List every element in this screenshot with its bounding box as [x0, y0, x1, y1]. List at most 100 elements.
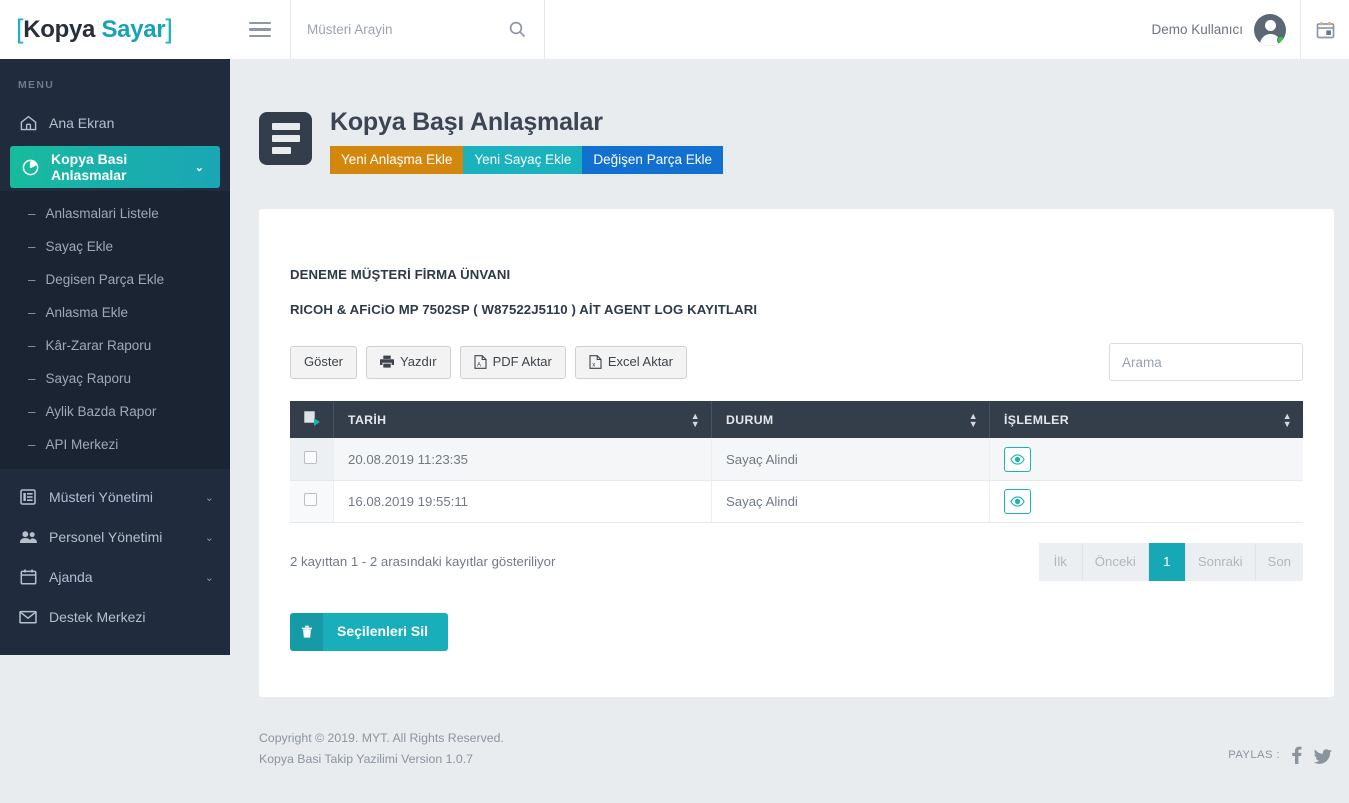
sidebar-item-label: Personel Yönetimi	[49, 529, 194, 545]
goster-button[interactable]: Göster	[290, 346, 357, 379]
sidebar-subitem-sayac-ekle[interactable]: – Sayaç Ekle	[0, 230, 230, 263]
column-header-durum[interactable]: DURUM ▲▼	[712, 401, 990, 438]
sidebar-subitem-label: Aylik Bazda Rapor	[46, 404, 157, 419]
search-submit-button[interactable]	[507, 21, 528, 38]
twitter-link[interactable]	[1313, 747, 1332, 764]
dash-icon: –	[28, 338, 36, 353]
yeni-anlasma-ekle-button[interactable]: Yeni Anlaşma Ekle	[330, 146, 463, 175]
search-input[interactable]	[307, 22, 507, 37]
sidebar-item-kopya-basi-anlasmalar[interactable]: Kopya Basi Anlasmalar ⌄	[10, 146, 220, 188]
chevron-down-icon: ⌄	[205, 491, 214, 504]
row-checkbox[interactable]	[304, 451, 317, 464]
sidebar-subitem-degisen-parca-ekle[interactable]: – Degisen Parça Ekle	[0, 263, 230, 296]
cell-islemler	[990, 480, 1304, 522]
goster-label: Göster	[304, 354, 343, 370]
brand-name-second: Sayar	[101, 16, 165, 44]
document-lines-icon	[259, 112, 312, 165]
cell-islemler	[990, 438, 1304, 480]
svg-text:A: A	[477, 362, 481, 368]
column-header-islemler[interactable]: İŞLEMLER ▲▼	[990, 401, 1304, 438]
dash-icon: –	[28, 371, 36, 386]
sidebar-item-personel-yonetimi[interactable]: Personel Yönetimi ⌄	[0, 517, 230, 557]
sidebar-subitem-api-merkezi[interactable]: – API Merkezi	[0, 428, 230, 461]
chevron-down-icon: ⌄	[205, 531, 214, 544]
calendar-icon	[1316, 21, 1335, 39]
row-checkbox[interactable]	[304, 493, 317, 506]
delete-selected-button[interactable]: Seçilenleri Sil	[290, 613, 448, 651]
yazdir-label: Yazdır	[400, 354, 437, 370]
page-action-pills: Yeni Anlaşma Ekle Yeni Sayaç Ekle Değişe…	[330, 146, 723, 175]
hamburger-icon	[249, 18, 271, 42]
pdf-aktar-button[interactable]: A PDF Aktar	[460, 346, 566, 379]
sidebar-subitem-aylik-bazda-rapor[interactable]: – Aylik Bazda Rapor	[0, 395, 230, 428]
eye-icon	[1010, 496, 1025, 507]
excel-file-icon: x	[589, 355, 602, 369]
online-status-dot	[1277, 36, 1285, 44]
yazdir-button[interactable]: Yazdır	[366, 346, 451, 379]
sidebar-item-destek-merkezi[interactable]: Destek Merkezi	[0, 597, 230, 637]
content-card: DENEME MÜŞTERİ FİRMA ÜNVANI RICOH & AFiC…	[259, 209, 1334, 697]
table-body: 20.08.2019 11:23:35 Sayaç Alindi	[290, 438, 1303, 522]
excel-aktar-label: Excel Aktar	[608, 354, 673, 370]
sidebar-toggle-button[interactable]	[230, 0, 290, 59]
envelope-icon	[18, 610, 38, 624]
log-records-table: TARİH ▲▼ DURUM ▲▼ İŞLEMLER ▲▼	[290, 401, 1303, 523]
brand-logo[interactable]: [Kopya Sayar]	[0, 0, 230, 59]
column-label-durum: DURUM	[726, 413, 774, 427]
sidebar-subitem-sayac-raporu[interactable]: – Sayaç Raporu	[0, 362, 230, 395]
calendar-button[interactable]	[1300, 0, 1349, 59]
pagination-first[interactable]: İlk	[1039, 543, 1083, 581]
user-name-label: Demo Kullanıcı	[1151, 22, 1243, 37]
pagination: İlk Önceki 1 Sonraki Son	[1039, 543, 1303, 581]
column-header-tarih[interactable]: TARİH ▲▼	[334, 401, 712, 438]
home-icon	[18, 115, 38, 131]
calendar-icon	[18, 569, 38, 585]
share-label: PAYLAS :	[1228, 749, 1280, 761]
sidebar-subitem-kar-zarar-raporu[interactable]: – Kâr-Zarar Raporu	[0, 329, 230, 362]
pagination-page-1[interactable]: 1	[1149, 543, 1186, 581]
dash-icon: –	[28, 437, 36, 452]
user-menu[interactable]: Demo Kullanıcı	[1151, 0, 1300, 59]
facebook-link[interactable]	[1291, 746, 1302, 764]
cell-durum: Sayaç Alindi	[712, 480, 990, 522]
table-row: 20.08.2019 11:23:35 Sayaç Alindi	[290, 438, 1303, 480]
dash-icon: –	[28, 206, 36, 221]
sidebar-subitem-label: Anlasmalari Listele	[46, 206, 159, 221]
sidebar: MENU Ana Ekran Kopya Basi Anlasmalar ⌄	[0, 59, 230, 655]
row-select-cell[interactable]	[290, 438, 334, 480]
page-title: Kopya Başı Anlaşmalar	[330, 108, 723, 137]
view-record-button[interactable]	[1004, 489, 1031, 514]
topbar-spacer	[545, 0, 1151, 59]
sidebar-menu-label: MENU	[0, 59, 230, 103]
sidebar-item-ajanda[interactable]: Ajanda ⌄	[0, 557, 230, 597]
pagination-next[interactable]: Sonraki	[1186, 543, 1256, 581]
row-select-cell[interactable]	[290, 480, 334, 522]
sidebar-subitem-anlasma-ekle[interactable]: – Anlasma Ekle	[0, 296, 230, 329]
sidebar-item-label: Ana Ekran	[49, 115, 214, 131]
sidebar-subitem-label: API Merkezi	[46, 437, 119, 452]
dash-icon: –	[28, 272, 36, 287]
view-record-button[interactable]	[1004, 447, 1031, 472]
sidebar-subitem-anlasmalari-listele[interactable]: – Anlasmalari Listele	[0, 197, 230, 230]
yeni-sayac-ekle-button[interactable]: Yeni Sayaç Ekle	[463, 146, 582, 175]
pdf-file-icon: A	[474, 355, 487, 369]
records-info-text: 2 kayıttan 1 - 2 arasındaki kayıtlar gös…	[290, 554, 555, 569]
global-search-box[interactable]	[290, 0, 545, 59]
dash-icon: –	[28, 404, 36, 419]
avatar	[1254, 14, 1286, 46]
column-select-all[interactable]	[290, 401, 334, 438]
sidebar-item-ana-ekran[interactable]: Ana Ekran	[0, 103, 230, 143]
cell-tarih: 16.08.2019 19:55:11	[334, 480, 712, 522]
cell-durum: Sayaç Alindi	[712, 438, 990, 480]
sidebar-subitem-label: Kâr-Zarar Raporu	[46, 338, 152, 353]
pagination-last[interactable]: Son	[1256, 543, 1303, 581]
sort-icon: ▲▼	[691, 412, 700, 428]
facebook-icon	[1291, 746, 1302, 764]
excel-aktar-button[interactable]: x Excel Aktar	[575, 346, 687, 379]
degisen-parca-ekle-button[interactable]: Değişen Parça Ekle	[582, 146, 723, 175]
table-toolbar: Göster Yazdır A PDF Akt	[290, 343, 1303, 381]
customer-company-title: DENEME MÜŞTERİ FİRMA ÜNVANI	[290, 267, 1303, 282]
sidebar-item-musteri-yonetimi[interactable]: Müsteri Yönetimi ⌄	[0, 477, 230, 517]
table-search-input[interactable]	[1109, 343, 1303, 381]
pagination-previous[interactable]: Önceki	[1083, 543, 1149, 581]
